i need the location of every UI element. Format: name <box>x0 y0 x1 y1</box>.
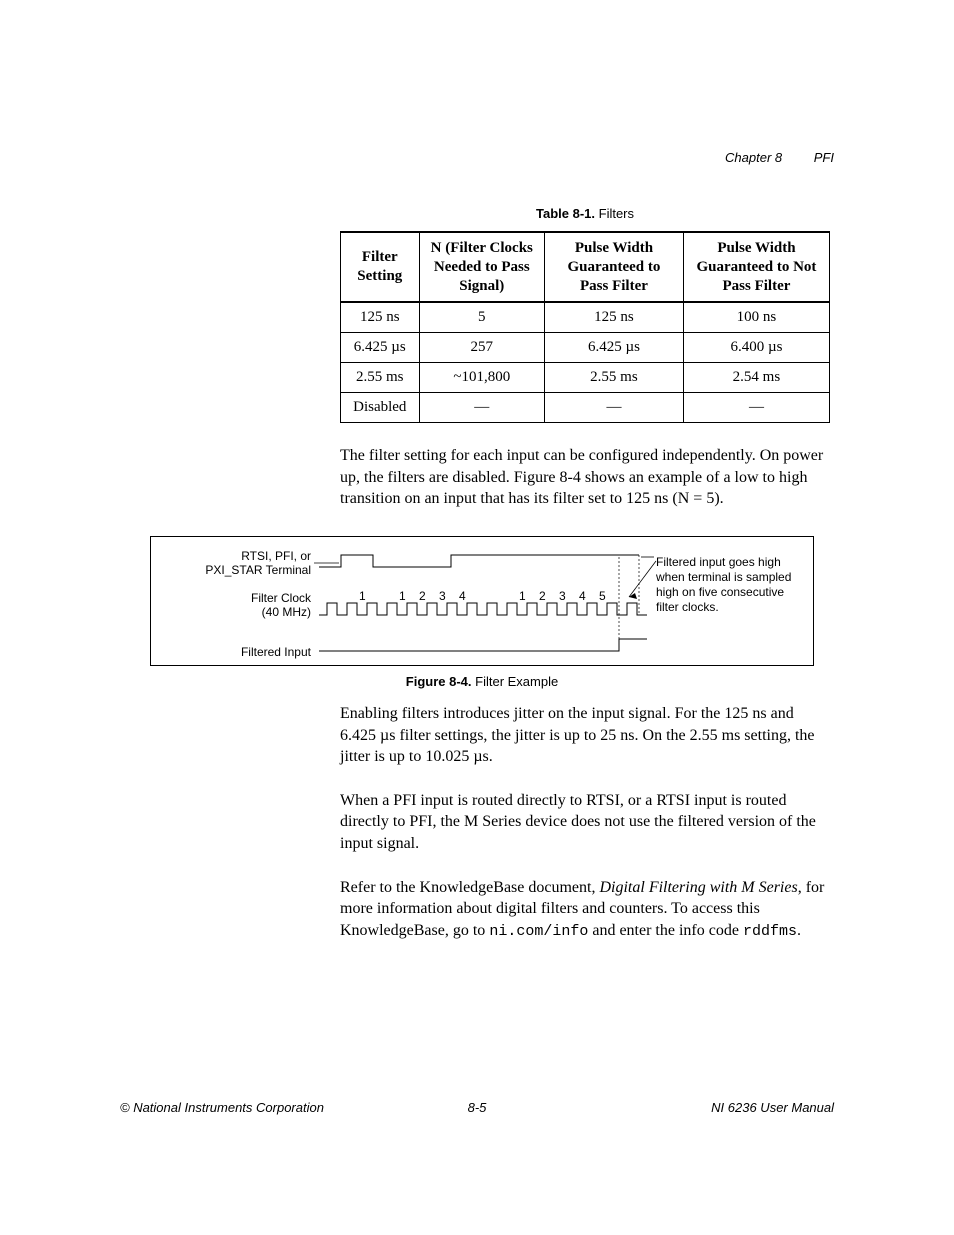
cell: 6.400 µs <box>683 333 829 363</box>
table-row: 125 ns 5 125 ns 100 ns <box>341 302 830 333</box>
p4-title: Digital Filtering with M Series <box>599 879 797 896</box>
p4-text-c: and enter the info code <box>588 922 743 939</box>
footer-center: 8-5 <box>120 1100 834 1115</box>
chapter-title: PFI <box>814 150 834 165</box>
tick: 2 <box>419 589 426 603</box>
footer: © National Instruments Corporation 8-5 N… <box>120 1100 834 1115</box>
p4-code2: rddfms <box>743 923 797 940</box>
cell: 125 ns <box>545 302 684 333</box>
cell: 2.55 ms <box>545 363 684 393</box>
cell: Disabled <box>341 393 420 423</box>
paragraph-3: When a PFI input is routed directly to R… <box>340 790 830 855</box>
tick: 3 <box>439 589 446 603</box>
tick: 1 <box>399 589 406 603</box>
tick: 1 <box>519 589 526 603</box>
page: Chapter 8 PFI Table 8-1. Filters Filter … <box>0 0 954 1235</box>
paragraph-1: The filter setting for each input can be… <box>340 445 830 510</box>
tick: 4 <box>579 589 586 603</box>
figure-caption-title: Filter Example <box>475 674 558 689</box>
table-row: 6.425 µs 257 6.425 µs 6.400 µs <box>341 333 830 363</box>
chapter-label: Chapter 8 <box>725 150 782 165</box>
cell: 5 <box>419 302 544 333</box>
tick: 4 <box>459 589 466 603</box>
th-n-clocks: N (Filter Clocks Needed to Pass Signal) <box>419 232 544 302</box>
th-pass: Pulse Width Guaranteed to Pass Filter <box>545 232 684 302</box>
table-container: Table 8-1. Filters Filter Setting N (Fil… <box>340 206 830 423</box>
figure-box: RTSI, PFI, or PXI_STAR Terminal Filter C… <box>150 536 814 666</box>
p4-code1: ni.com/info <box>489 923 588 940</box>
table-row: Disabled — — — <box>341 393 830 423</box>
table-caption: Table 8-1. Filters <box>340 206 830 221</box>
cell: 100 ns <box>683 302 829 333</box>
table-row: 2.55 ms ~101,800 2.55 ms 2.54 ms <box>341 363 830 393</box>
paragraph-4: Refer to the KnowledgeBase document, Dig… <box>340 877 830 942</box>
tick: 3 <box>559 589 566 603</box>
figure-caption-label: Figure 8-4. <box>406 674 472 689</box>
figure-note: Filtered input goes high when terminal i… <box>656 555 801 615</box>
cell: 125 ns <box>341 302 420 333</box>
th-filter-setting: Filter Setting <box>341 232 420 302</box>
cell: 6.425 µs <box>341 333 420 363</box>
cell: 2.55 ms <box>341 363 420 393</box>
p4-text-d: . <box>797 922 801 939</box>
tick: 2 <box>539 589 546 603</box>
cell: 6.425 µs <box>545 333 684 363</box>
chapter-header: Chapter 8 PFI <box>725 150 834 165</box>
filters-table: Filter Setting N (Filter Clocks Needed t… <box>340 231 830 423</box>
content-area: Table 8-1. Filters Filter Setting N (Fil… <box>150 206 834 942</box>
table-header-row: Filter Setting N (Filter Clocks Needed t… <box>341 232 830 302</box>
table-caption-title: Filters <box>599 206 634 221</box>
cell: — <box>545 393 684 423</box>
cell: 257 <box>419 333 544 363</box>
table-caption-label: Table 8-1. <box>536 206 595 221</box>
cell: — <box>683 393 829 423</box>
cell: — <box>419 393 544 423</box>
th-not-pass: Pulse Width Guaranteed to Not Pass Filte… <box>683 232 829 302</box>
tick: 1 <box>359 589 366 603</box>
paragraph-2: Enabling filters introduces jitter on th… <box>340 703 830 768</box>
tick: 5 <box>599 589 606 603</box>
cell: 2.54 ms <box>683 363 829 393</box>
p4-text-a: Refer to the KnowledgeBase document, <box>340 879 599 896</box>
cell: ~101,800 <box>419 363 544 393</box>
figure-caption: Figure 8-4. Filter Example <box>150 674 814 689</box>
